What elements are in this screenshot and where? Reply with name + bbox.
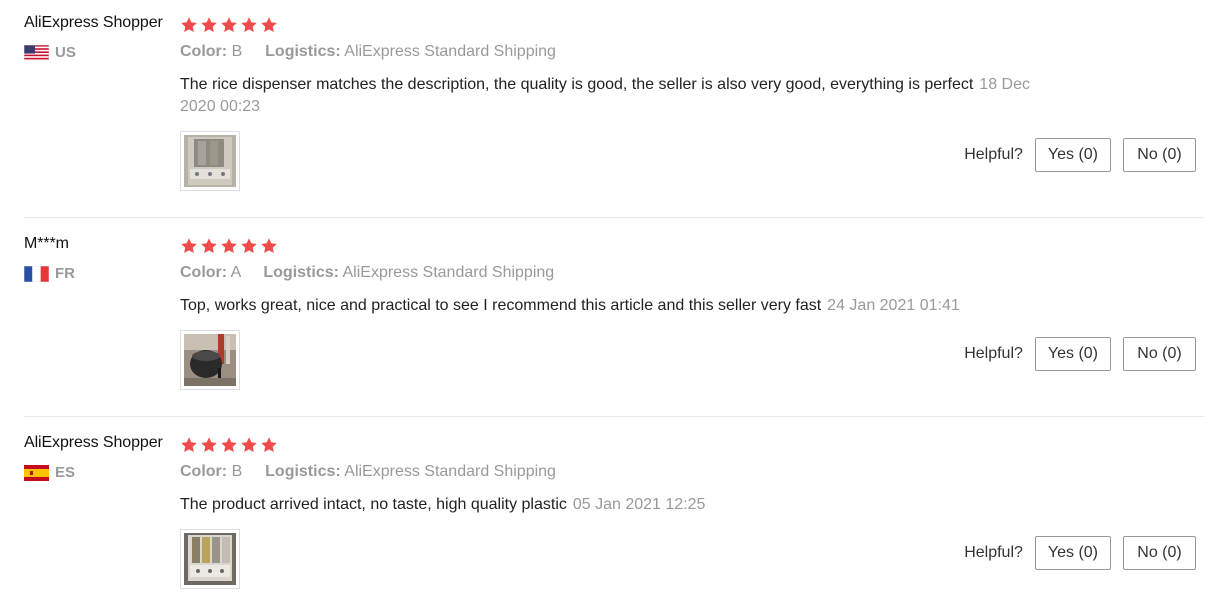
star-icon [200,237,218,255]
review-item: AliExpress Shopper ES Color: B Logistics… [0,434,1230,614]
star-icon [200,16,218,34]
star-rating [180,436,278,454]
country-code: FR [55,265,75,282]
helpful-yes-button[interactable]: Yes (0) [1034,337,1111,371]
review-item: AliExpress Shopper US Color: B Logistics… [0,14,1230,214]
country-code: ES [55,464,76,481]
review-photo-thumbnail[interactable] [180,131,240,191]
review-photo-thumbnail[interactable] [180,529,240,589]
review-photo [184,135,236,187]
reviewer-name: AliExpress Shopper [24,434,163,451]
reviewer-country: FR [24,265,75,282]
review-text: Top, works great, nice and practical to … [180,297,822,314]
review-meta: Color: A Logistics: AliExpress Standard … [180,264,554,282]
star-icon [240,16,258,34]
review-item: M***m FR Color: A Logistics: AliExpress … [0,235,1230,415]
review-content: The rice dispenser matches the descripti… [180,74,1060,118]
review-divider [24,416,1204,417]
star-icon [240,237,258,255]
helpful-no-button[interactable]: No (0) [1123,138,1196,172]
helpful-yes-button[interactable]: Yes (0) [1034,138,1111,172]
logistics-value: AliExpress Standard Shipping [344,463,556,480]
color-value: A [230,264,241,281]
star-icon [240,436,258,454]
star-icon [260,16,278,34]
color-value: B [231,463,243,480]
review-divider [24,217,1204,218]
star-icon [220,16,238,34]
fr-flag-icon [24,265,49,282]
star-icon [220,237,238,255]
review-content: The product arrived intact, no taste, hi… [180,494,1060,516]
color-label: Color: [180,463,228,480]
country-code: US [55,44,76,61]
star-icon [180,16,198,34]
helpful-yes-button[interactable]: Yes (0) [1034,536,1111,570]
review-meta: Color: B Logistics: AliExpress Standard … [180,463,556,481]
color-label: Color: [180,264,228,281]
star-icon [260,436,278,454]
helpful-no-button[interactable]: No (0) [1123,337,1196,371]
logistics-value: AliExpress Standard Shipping [342,264,555,281]
review-content: Top, works great, nice and practical to … [180,295,1060,317]
star-rating [180,16,278,34]
color-label: Color: [180,43,228,60]
helpful-no-button[interactable]: No (0) [1123,536,1196,570]
review-photo [184,533,236,585]
review-date: 05 Jan 2021 12:25 [572,496,706,513]
helpful-label: Helpful? [964,345,1023,362]
review-date: 24 Jan 2021 01:41 [827,297,960,314]
star-icon [220,436,238,454]
es-flag-icon [24,464,49,481]
logistics-label: Logistics: [265,463,341,480]
reviewer-country: US [24,44,76,61]
helpful-label: Helpful? [964,544,1023,561]
star-rating [180,237,278,255]
helpful-controls: Helpful? Yes (0) No (0) [964,138,1196,172]
star-icon [180,436,198,454]
helpful-label: Helpful? [964,146,1023,163]
helpful-controls: Helpful? Yes (0) No (0) [964,337,1196,371]
review-photo [184,334,236,386]
review-photo-thumbnail[interactable] [180,330,240,390]
review-text: The rice dispenser matches the descripti… [180,76,974,93]
logistics-label: Logistics: [265,43,341,60]
star-icon [180,237,198,255]
reviewer-country: ES [24,464,75,481]
review-text: The product arrived intact, no taste, hi… [180,496,567,513]
reviewer-name: M***m [24,235,69,252]
helpful-controls: Helpful? Yes (0) No (0) [964,536,1196,570]
review-meta: Color: B Logistics: AliExpress Standard … [180,43,556,61]
logistics-label: Logistics: [263,264,339,281]
logistics-value: AliExpress Standard Shipping [344,43,556,60]
reviewer-name: AliExpress Shopper [24,14,163,31]
star-icon [260,237,278,255]
us-flag-icon [24,44,49,61]
star-icon [200,436,218,454]
color-value: B [231,43,243,60]
